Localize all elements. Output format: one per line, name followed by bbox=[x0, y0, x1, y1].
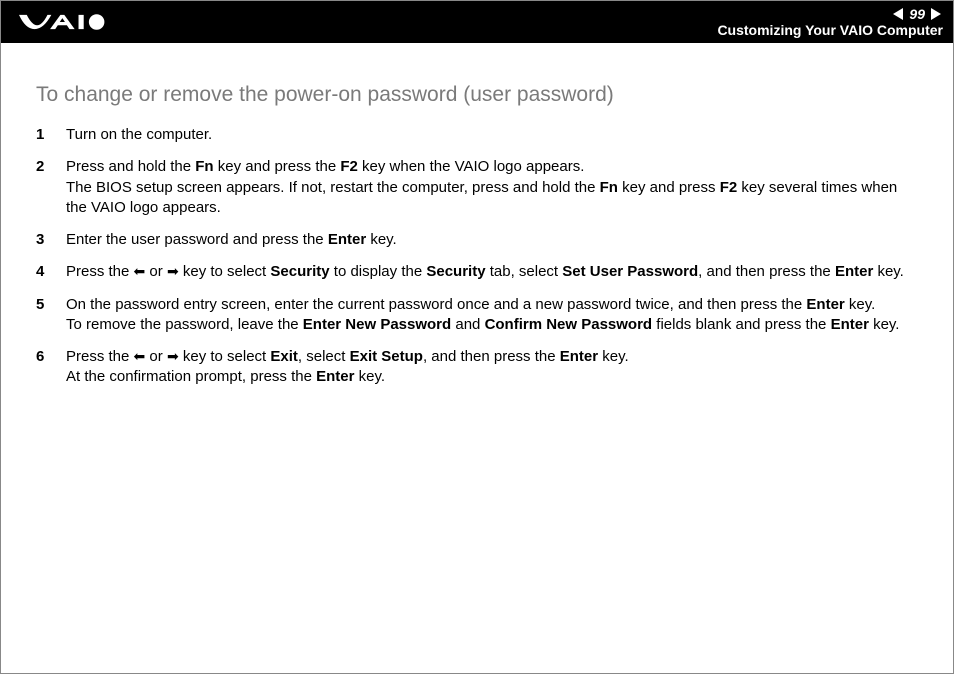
step-number: 5 bbox=[36, 295, 66, 315]
step-list: 1Turn on the computer.2Press and hold th… bbox=[36, 119, 918, 394]
section-title: Customizing Your VAIO Computer bbox=[717, 22, 943, 38]
step-body: Turn on the computer. bbox=[66, 125, 918, 145]
page-number: 99 bbox=[909, 6, 925, 22]
bold-text: Exit bbox=[270, 348, 298, 365]
step-body: Press and hold the Fn key and press the … bbox=[66, 157, 918, 218]
nav-next-icon[interactable] bbox=[931, 8, 941, 20]
step-item: 2Press and hold the Fn key and press the… bbox=[36, 151, 918, 224]
bold-text: Enter bbox=[835, 263, 873, 280]
step-body: Press the or key to select Security to d… bbox=[66, 262, 918, 282]
step-number: 4 bbox=[36, 262, 66, 282]
bold-text: Set User Password bbox=[562, 263, 698, 280]
bold-text: F2 bbox=[720, 179, 738, 196]
step-body: Press the or key to select Exit, select … bbox=[66, 347, 918, 388]
page-nav: 99 bbox=[893, 6, 943, 22]
bold-text: Fn bbox=[600, 179, 618, 196]
arrow-right-icon bbox=[167, 347, 179, 367]
step-number: 1 bbox=[36, 125, 66, 145]
bold-text: Enter bbox=[328, 231, 366, 248]
bold-text: Confirm New Password bbox=[485, 316, 653, 333]
step-item: 3Enter the user password and press the E… bbox=[36, 224, 918, 256]
arrow-left-icon bbox=[134, 347, 146, 367]
content-area: To change or remove the power-on passwor… bbox=[1, 43, 953, 394]
step-number: 3 bbox=[36, 230, 66, 250]
step-item: 6Press the or key to select Exit, select… bbox=[36, 341, 918, 394]
bold-text: Security bbox=[426, 263, 485, 280]
bold-text: Enter bbox=[560, 348, 598, 365]
bold-text: Exit Setup bbox=[350, 348, 423, 365]
bold-text: F2 bbox=[340, 158, 358, 175]
bold-text: Enter New Password bbox=[303, 316, 451, 333]
step-item: 5On the password entry screen, enter the… bbox=[36, 289, 918, 342]
page-title: To change or remove the power-on passwor… bbox=[36, 83, 918, 107]
arrow-right-icon bbox=[167, 262, 179, 282]
header-right: 99 Customizing Your VAIO Computer bbox=[717, 6, 943, 38]
arrow-left-icon bbox=[134, 262, 146, 282]
brand-logo-container bbox=[19, 11, 123, 33]
step-body: Enter the user password and press the En… bbox=[66, 230, 918, 250]
step-body: On the password entry screen, enter the … bbox=[66, 295, 918, 336]
bold-text: Enter bbox=[831, 316, 869, 333]
step-number: 6 bbox=[36, 347, 66, 367]
vaio-logo bbox=[19, 11, 123, 33]
bold-text: Fn bbox=[195, 158, 213, 175]
step-item: 4Press the or key to select Security to … bbox=[36, 256, 918, 288]
step-number: 2 bbox=[36, 157, 66, 177]
bold-text: Security bbox=[270, 263, 329, 280]
nav-prev-icon[interactable] bbox=[893, 8, 903, 20]
bold-text: Enter bbox=[316, 368, 354, 385]
step-item: 1Turn on the computer. bbox=[36, 119, 918, 151]
page-header: 99 Customizing Your VAIO Computer bbox=[1, 1, 953, 43]
bold-text: Enter bbox=[806, 296, 844, 313]
